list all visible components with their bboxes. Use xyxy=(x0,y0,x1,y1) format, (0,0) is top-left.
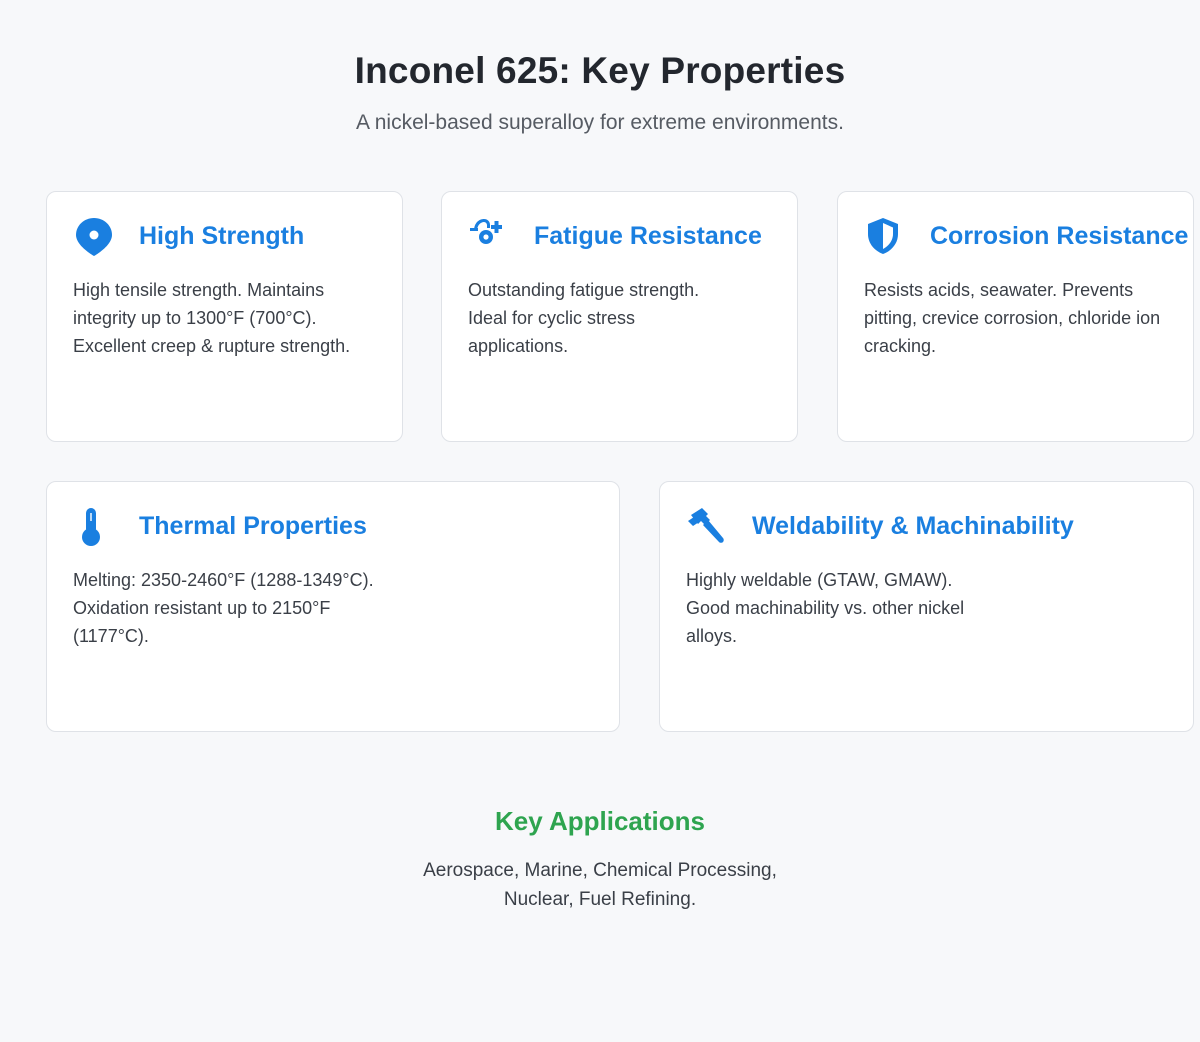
hammer-icon xyxy=(688,507,732,551)
card-title: Fatigue Resistance xyxy=(534,222,762,250)
map-pin-icon xyxy=(75,217,119,261)
thermometer-icon xyxy=(75,507,119,551)
card-high-strength: High Strength High tensile strength. Mai… xyxy=(46,191,403,442)
card-text: Resists acids, seawater. Prevents pittin… xyxy=(864,280,1161,356)
shield-icon xyxy=(866,217,910,261)
card-text: Outstanding fatigue strength. Ideal for … xyxy=(468,280,700,356)
applications-title: Key Applications xyxy=(495,806,705,836)
card-title: Thermal Properties xyxy=(139,512,367,540)
card-fatigue-resistance: Fatigue Resistance Outstanding fatigue s… xyxy=(441,191,798,442)
card-title: Weldability & Machinability xyxy=(752,512,1074,540)
applications-text: Aerospace, Marine, Chemical Processing, … xyxy=(423,860,777,910)
card-text: High tensile strength. Maintains integri… xyxy=(73,280,351,356)
card-thermal-properties: Thermal Properties Melting: 2350-2460°F … xyxy=(46,481,620,732)
card-corrosion-resistance: Corrosion Resistance Resists acids, seaw… xyxy=(837,191,1194,442)
card-title: Corrosion Resistance xyxy=(930,222,1189,250)
cyclic-stress-icon xyxy=(470,217,514,261)
card-title: High Strength xyxy=(139,222,305,250)
page-title: Inconel 625: Key Properties xyxy=(354,50,846,91)
card-text: Melting: 2350-2460°F (1288-1349°C). Oxid… xyxy=(73,570,374,646)
card-text: Highly weldable (GTAW, GMAW). Good machi… xyxy=(686,570,965,646)
card-weldability-machinability: Weldability & Machinability Highly welda… xyxy=(659,481,1194,732)
page-subtitle: A nickel-based superalloy for extreme en… xyxy=(356,111,844,134)
